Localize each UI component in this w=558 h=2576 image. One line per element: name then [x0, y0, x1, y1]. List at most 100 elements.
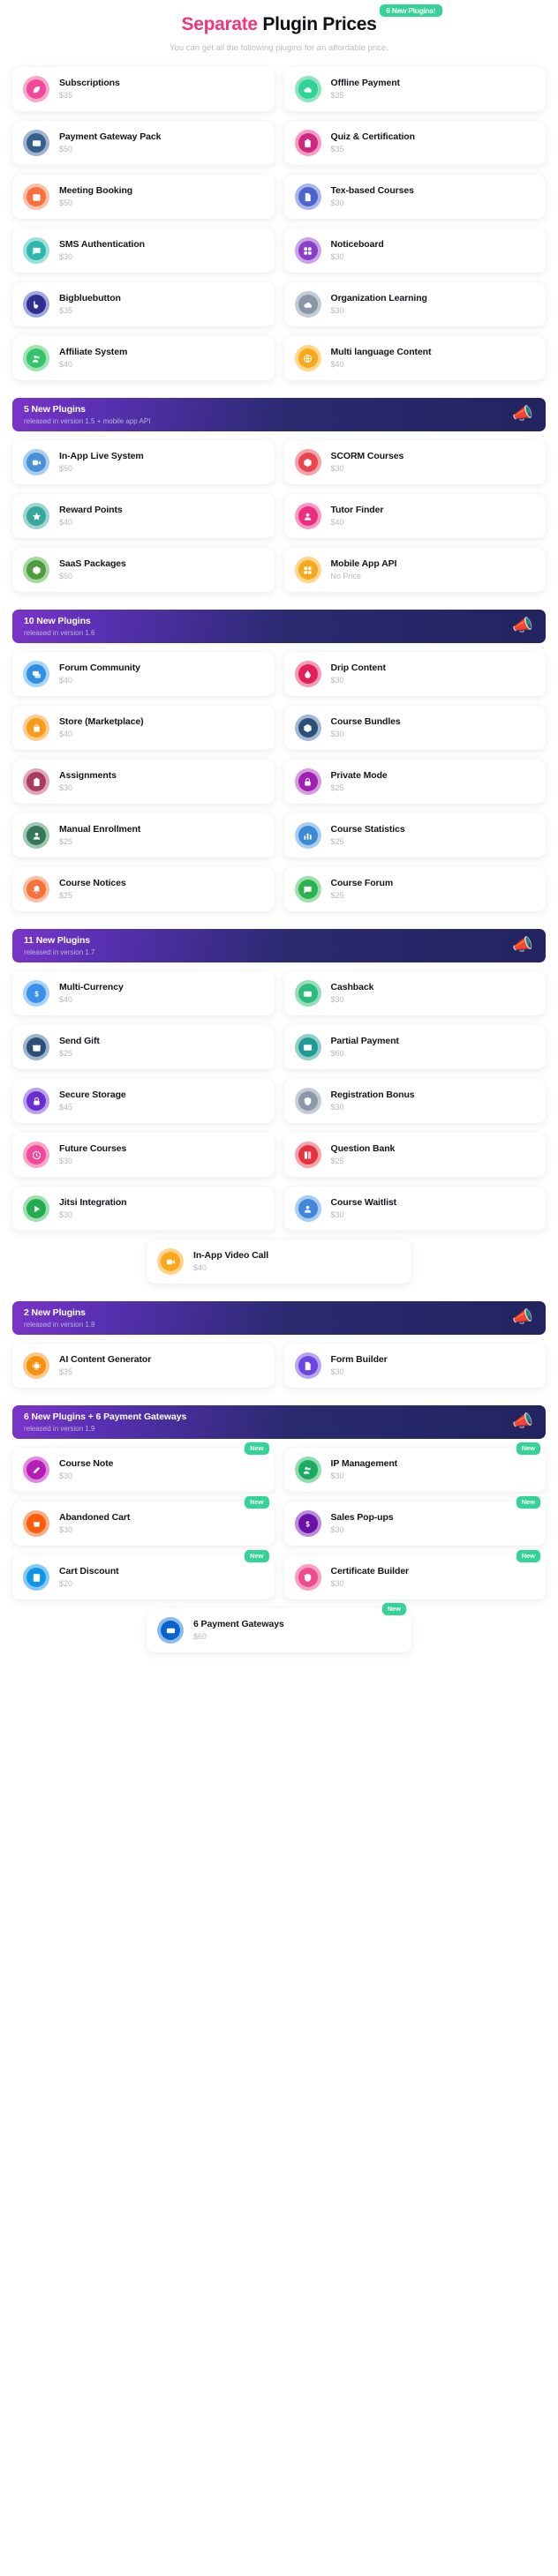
plugin-card-title: Secure Storage [59, 1090, 126, 1101]
plugin-card[interactable]: In-App Video Call $40 [147, 1239, 411, 1284]
plugin-card-title: Registration Bonus [330, 1090, 415, 1101]
meeting-booking-icon-ring [23, 183, 49, 210]
plugin-card-title: Partial Payment [330, 1036, 399, 1047]
plugin-card[interactable]: Forum Community $40 [12, 652, 275, 696]
plugin-card[interactable]: Certificate Builder $30 New [283, 1550, 546, 1599]
in-app-live-icon-ring [23, 449, 49, 476]
section-header-title: 10 New Plugins [24, 615, 91, 626]
certificate-builder-icon [298, 1568, 318, 1587]
plugin-card[interactable]: Future Courses $30 [12, 1133, 275, 1177]
plugin-card-text: Private Mode $25 [331, 770, 388, 793]
plugin-card[interactable]: Send Gift $25 [12, 1025, 275, 1069]
plugin-card[interactable]: $ Sales Pop-ups $30 New [283, 1496, 546, 1546]
plugin-card[interactable]: Payment Gateway Pack $50 [12, 121, 275, 165]
plugin-card[interactable]: Organization Learning $30 [283, 282, 546, 326]
plugin-card-title: Cart Discount [59, 1566, 119, 1577]
plugin-card[interactable]: Multi language Content $40 [283, 336, 546, 380]
plugin-card-price: $40 [330, 360, 344, 370]
scorm-courses-icon-ring [294, 449, 321, 476]
plugin-card[interactable]: Course Forum $25 [283, 867, 546, 911]
plugin-card[interactable]: Course Statistics $25 [283, 813, 546, 857]
plugin-card[interactable]: In-App Live System $50 [12, 440, 275, 484]
cart-discount-icon: % [26, 1568, 46, 1587]
plugin-card[interactable]: Cashback $30 [283, 971, 546, 1015]
plugin-card-title: SMS Authentication [59, 239, 145, 251]
plugin-card-title: In-App Live System [59, 451, 144, 462]
send-gift-icon-ring [23, 1034, 49, 1060]
plugin-card-text: Forum Community $40 [59, 663, 140, 685]
plugin-card-text: AI Content Generator $35 [59, 1354, 151, 1377]
ai-content-generator-icon [26, 1356, 46, 1375]
section-header-bar: 5 New Plugins released in version 1.5 + m… [12, 398, 546, 431]
plugin-card[interactable]: SCORM Courses $30 [283, 440, 546, 484]
plugin-card[interactable]: Question Bank $25 [283, 1133, 546, 1177]
plugin-card-price: $30 [330, 1579, 344, 1589]
plugin-card[interactable]: Course Waitlist $30 [283, 1187, 546, 1231]
plugin-card-text: IP Management $30 [331, 1458, 398, 1481]
plugin-card[interactable]: Tutor Finder $40 [283, 494, 546, 538]
plugin-card[interactable]: Registration Bonus $30 [283, 1079, 546, 1123]
plugin-card-price: $40 [59, 518, 73, 528]
plugin-card[interactable]: Meeting Booking $50 [12, 175, 275, 219]
plugin-card[interactable]: Drip Content $30 [283, 652, 546, 696]
plugin-card[interactable]: Secure Storage $45 [12, 1079, 275, 1123]
plugin-card[interactable]: SaaS Packages $50 [12, 548, 275, 592]
plugin-card[interactable]: Offline Payment $35 [283, 67, 546, 111]
multi-language-icon-ring [294, 345, 321, 371]
plugin-card[interactable]: Course Bundles $30 [283, 706, 546, 750]
plugin-card[interactable]: Store (Marketplace) $40 [12, 706, 275, 750]
plugin-card[interactable]: Course Note $30 New [12, 1442, 275, 1492]
course-notices-icon-ring [23, 876, 49, 902]
plugin-card[interactable]: Abandoned Cart $30 New [12, 1496, 275, 1546]
plugin-card[interactable]: Assignments $30 [12, 760, 275, 804]
cashback-icon [298, 984, 318, 1003]
plugin-card-text: Store (Marketplace) $40 [59, 716, 144, 739]
plugin-card-price: $20 [59, 1579, 73, 1589]
plugin-card-text: Multi language Content $40 [331, 347, 432, 370]
plugin-card-price: $30 [330, 1103, 344, 1112]
plugin-card[interactable]: Reward Points $40 [12, 494, 275, 538]
plugin-card-price: $40 [330, 518, 344, 528]
section-header-bar: 10 New Plugins released in version 1.6 📣 [12, 610, 546, 643]
plugin-card[interactable]: Jitsi Integration $30 [12, 1187, 275, 1231]
plugin-card[interactable]: Noticeboard $30 [283, 228, 546, 273]
plugin-card[interactable]: Course Notices $25 [12, 867, 275, 911]
sales-popups-icon: $ [298, 1514, 318, 1533]
plugin-card[interactable]: % Cart Discount $20 New [12, 1550, 275, 1599]
page-title-accent: Separate [181, 14, 258, 34]
plugin-card[interactable]: Manual Enrollment $25 [12, 813, 275, 857]
plugin-card[interactable]: $ Multi-Currency $40 [12, 971, 275, 1015]
jitsi-integration-icon-ring [23, 1195, 49, 1222]
plugin-card[interactable]: Private Mode $25 [283, 760, 546, 804]
plugin-card[interactable]: Mobile App API No Price [283, 548, 546, 592]
plugin-card[interactable]: Form Builder $30 [283, 1344, 546, 1388]
plugin-card-price: $25 [330, 891, 344, 901]
plugin-card-price: $50 [59, 198, 73, 208]
section-header-bar: 6 New Plugins + 6 Payment Gateways releas… [12, 1405, 546, 1439]
plugin-card[interactable]: SMS Authentication $30 [12, 228, 275, 273]
text-courses-icon [298, 187, 318, 206]
plugin-card-text: Future Courses $30 [59, 1143, 126, 1166]
plugin-new-badge: New [516, 1442, 540, 1455]
plugin-card[interactable]: Quiz & Certification $35 [283, 121, 546, 165]
plugin-card-price: $25 [59, 1049, 73, 1059]
plugin-card[interactable]: AI Content Generator $35 [12, 1344, 275, 1388]
offline-payment-icon-ring [294, 76, 321, 102]
plugin-card[interactable]: Tex-based Courses $30 [283, 175, 546, 219]
plugin-grid: Course Note $30 New IP Management $30 New Aban… [0, 1439, 558, 1599]
megaphone-icon: 📣 [512, 404, 533, 423]
course-statistics-icon [298, 826, 318, 845]
form-builder-icon-ring [294, 1352, 321, 1379]
plugin-card[interactable]: Affiliate System $40 [12, 336, 275, 380]
plugin-card[interactable]: Bigbluebutton $35 [12, 282, 275, 326]
plugin-card[interactable]: 6 Payment Gateways $60 New [147, 1603, 411, 1652]
plugin-card-price: $45 [59, 1103, 73, 1112]
plugin-card[interactable]: IP Management $30 New [283, 1442, 546, 1492]
plugin-card-price: $35 [59, 91, 73, 101]
plugin-card-price: $60 [330, 1049, 344, 1059]
section-header-text: 2 New Plugins released in version 1.8 [24, 1307, 95, 1329]
plugin-card[interactable]: Partial Payment $60 [283, 1025, 546, 1069]
plugin-card[interactable]: Subscriptions $35 [12, 67, 275, 111]
plugin-card-price: $30 [330, 252, 344, 262]
plugin-card-price: $60 [193, 1632, 207, 1642]
